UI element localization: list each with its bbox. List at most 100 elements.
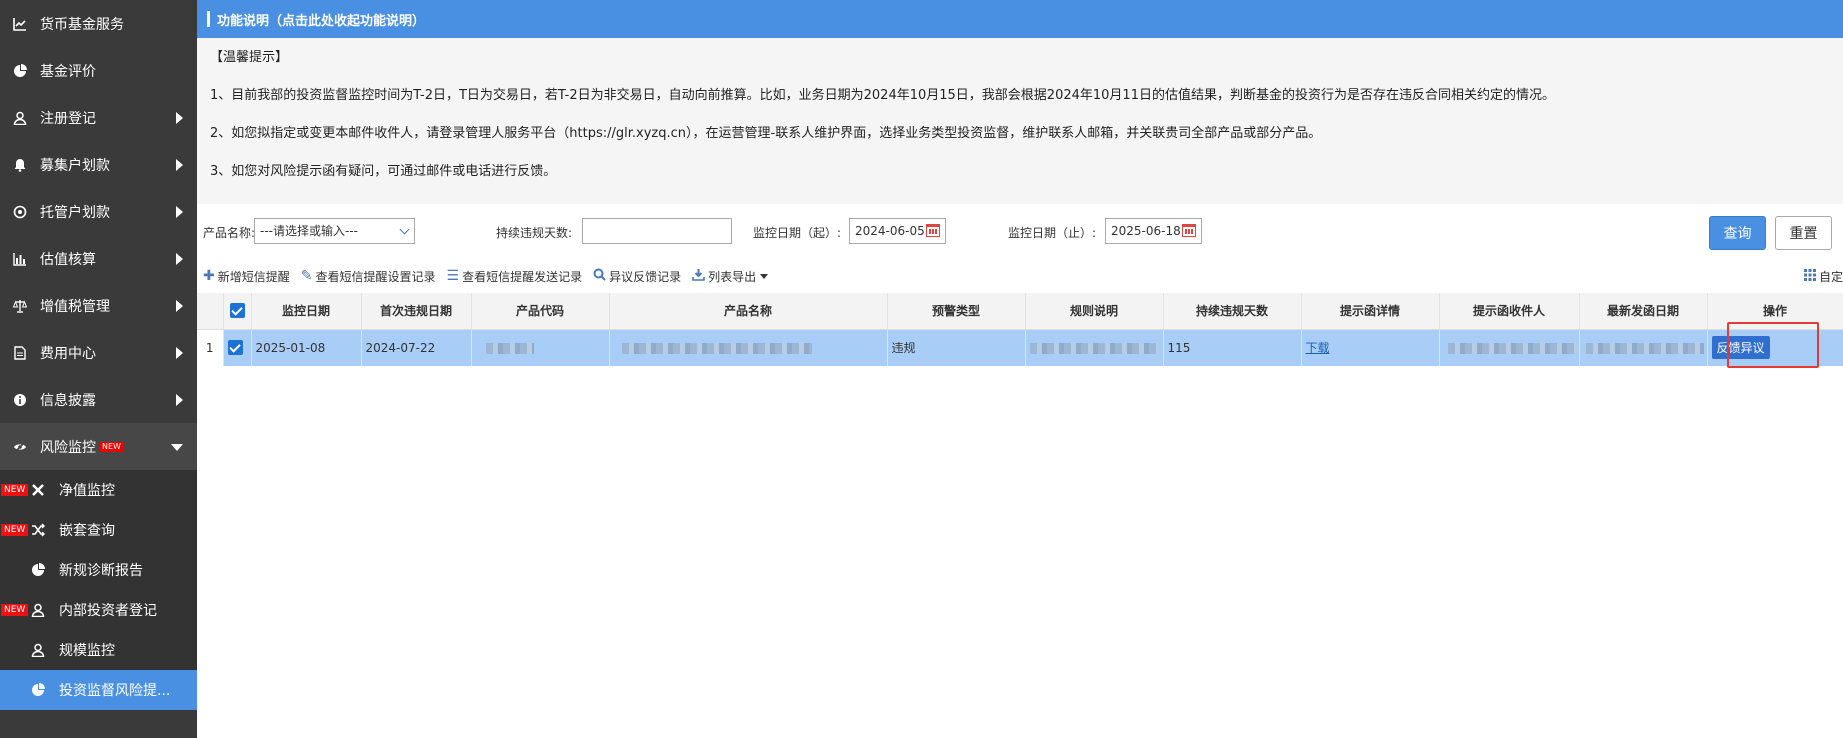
download-link[interactable]: 下载 [1306, 341, 1330, 355]
product-code-cell [471, 329, 610, 366]
column-header[interactable]: 规则说明 [1025, 293, 1164, 330]
sidebar-item[interactable]: 募集户划款 [0, 141, 197, 188]
start-date-label: 监控日期（起）: [753, 226, 842, 240]
feedback-objection-button[interactable]: 反馈异议 [1711, 336, 1770, 360]
product-name-select[interactable]: ---请选择或输入--- [254, 218, 415, 244]
caret-right-icon [176, 346, 183, 359]
product-name-cell [609, 329, 888, 366]
new-badge: NEW [1, 484, 29, 496]
balance-scale-icon [12, 298, 28, 314]
sidebar-item[interactable]: 基金评价 [0, 47, 197, 94]
row-checkbox-cell[interactable] [223, 329, 252, 366]
checkbox-checked-icon[interactable] [229, 303, 245, 319]
header-accent-bar [207, 11, 210, 27]
sidebar-subitem-label: 内部投资者登记 [59, 603, 157, 619]
view-sms-settings-label: 查看短信提醒设置记录 [315, 269, 436, 284]
sidebar-subitem[interactable]: NEW 净值监控 [0, 470, 197, 510]
view-sms-settings-button[interactable]: ✎ 查看短信提醒设置记录 [301, 268, 436, 285]
sidebar-item[interactable]: 货币基金服务 [0, 0, 197, 47]
eye-slash-icon [12, 439, 28, 455]
export-list-button[interactable]: 列表导出 [692, 268, 769, 285]
latest-notice-date-cell [1579, 329, 1708, 366]
shuffle-icon [30, 522, 46, 538]
sidebar-item[interactable]: 托管户划款 [0, 188, 197, 235]
redacted-text [1447, 342, 1578, 354]
sidebar-subitem[interactable]: NEW 嵌套查询 [0, 510, 197, 550]
column-header[interactable]: 产品名称 [609, 293, 888, 330]
sidebar-subitem-label: 新规诊断报告 [59, 563, 143, 579]
info-icon [12, 392, 28, 408]
user-icon [12, 110, 28, 126]
column-header[interactable]: 持续违规天数 [1163, 293, 1302, 330]
notice-detail-cell[interactable]: 下载 [1301, 329, 1440, 366]
row-number: 1 [197, 329, 224, 366]
end-date-value: 2025-06-18 [1111, 224, 1181, 238]
column-header[interactable]: 最新发函日期 [1579, 293, 1708, 330]
action-cell: 反馈异议 [1707, 329, 1843, 366]
redacted-text [485, 342, 534, 354]
sidebar-item[interactable]: 风险监控 NEW [0, 423, 197, 470]
column-header[interactable]: 提示函详情 [1301, 293, 1440, 330]
column-header[interactable]: 预警类型 [887, 293, 1026, 330]
add-sms-reminder-button[interactable]: ✚ 新增短信提醒 [203, 268, 290, 285]
sidebar-subitem-label: 嵌套查询 [59, 523, 115, 539]
table-row[interactable]: 1 2025-01-08 2024-07-22 违规 115 下载 反馈异议 [197, 329, 1843, 366]
custom-columns-button[interactable]: 自定 [1803, 268, 1843, 285]
view-sms-sent-button[interactable]: ☰ 查看短信提醒发送记录 [447, 268, 583, 285]
redacted-text [1029, 342, 1158, 354]
sidebar-item[interactable]: 增值税管理 [0, 282, 197, 329]
calendar-icon[interactable] [1182, 224, 1196, 237]
caret-right-icon [176, 111, 183, 124]
start-date-input[interactable]: 2024-06-05 [849, 218, 946, 244]
function-description-header[interactable]: 功能说明（点击此处收起功能说明） [197, 0, 1843, 38]
pie-icon [30, 562, 46, 578]
first-violation-date-cell: 2024-07-22 [361, 329, 472, 366]
column-header[interactable]: 提示函收件人 [1439, 293, 1580, 330]
checkbox-checked-icon[interactable] [227, 340, 243, 356]
reset-button[interactable]: 重置 [1775, 216, 1832, 250]
view-sms-sent-label: 查看短信提醒发送记录 [462, 269, 583, 284]
start-date-value: 2024-06-05 [855, 224, 925, 238]
sidebar-item[interactable]: 信息披露 [0, 376, 197, 423]
feedback-records-button[interactable]: 异议反馈记录 [593, 268, 681, 285]
tips-line-1: 1、目前我部的投资监督监控时间为T-2日，T日为交易日，若T-2日为非交易日，自… [210, 88, 1555, 103]
sidebar-item-label: 信息披露 [40, 392, 96, 409]
table-header-row: 监控日期 首次违规日期 产品代码 产品名称 预警类型 规则说明 持续违规天数 提… [197, 293, 1843, 330]
sidebar: 货币基金服务基金评价 注册登记 募集户划款 托管户划款估值核算增值税管理费用中心信息披… [0, 0, 197, 738]
sidebar-subitem[interactable]: NEW 内部投资者登记 [0, 590, 197, 630]
sidebar-subitem[interactable]: 新规诊断报告 [0, 550, 197, 590]
header-title[interactable]: 功能说明（点击此处收起功能说明） [217, 10, 425, 29]
bell-icon [12, 157, 28, 173]
sidebar-item[interactable]: 估值核算 [0, 235, 197, 282]
sidebar-item-label: 增值税管理 [40, 298, 110, 315]
new-badge: NEW [1, 524, 29, 536]
end-date-label: 监控日期（止）: [1008, 226, 1097, 240]
column-header[interactable]: 首次违规日期 [361, 293, 472, 330]
notice-recipient-cell [1439, 329, 1580, 366]
column-header[interactable]: 产品代码 [471, 293, 610, 330]
caret-right-icon [176, 393, 183, 406]
sidebar-item[interactable]: 费用中心 [0, 329, 197, 376]
column-header[interactable]: 操作 [1707, 293, 1843, 330]
column-header[interactable]: 监控日期 [251, 293, 362, 330]
query-button[interactable]: 查询 [1709, 216, 1766, 250]
pie-icon [30, 682, 46, 698]
sidebar-subitem-label: 净值监控 [59, 483, 115, 499]
violation-days-input[interactable] [582, 218, 732, 244]
grid-icon [1803, 269, 1816, 284]
sidebar-item-label: 估值核算 [40, 251, 96, 268]
sidebar-subitem[interactable]: 投资监督风险提... [0, 670, 197, 710]
select-all-checkbox[interactable] [223, 293, 252, 330]
sidebar-item-label: 费用中心 [40, 345, 96, 362]
sidebar-item-label: 货币基金服务 [40, 16, 124, 33]
calendar-icon[interactable] [926, 224, 940, 237]
pie-icon [12, 63, 28, 79]
monitor-date-cell: 2025-01-08 [251, 329, 362, 366]
end-date-input[interactable]: 2025-06-18 [1105, 218, 1202, 244]
sidebar-subitem-label: 规模监控 [59, 643, 115, 659]
sidebar-subitem[interactable]: 规模监控 [0, 630, 197, 670]
tips-line-2: 2、如您拟指定或变更本邮件收件人，请登录管理人服务平台（https://glr.… [210, 126, 1322, 141]
filter-bar: 产品名称: ---请选择或输入--- 持续违规天数: 监控日期（起）: 2024… [197, 206, 1843, 256]
rule-description-cell [1025, 329, 1164, 366]
sidebar-item[interactable]: 注册登记 [0, 94, 197, 141]
